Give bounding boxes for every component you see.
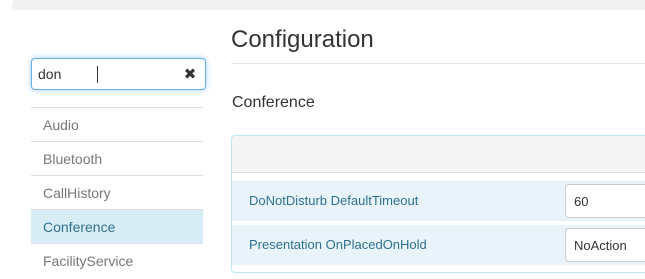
text-caret [97,66,98,83]
setting-row-donotdisturb: DoNotDisturb DefaultTimeout [232,181,645,221]
search-box[interactable]: ✖ [31,58,206,90]
search-input[interactable] [38,64,178,84]
sidebar-item-conference[interactable]: Conference [31,209,203,243]
settings-panel: DoNotDisturb DefaultTimeout Presentation… [231,135,645,273]
sidebar-item-audio[interactable]: Audio [31,107,203,141]
close-icon[interactable]: ✖ [183,66,197,82]
setting-value-select[interactable] [565,228,645,262]
panel-heading [232,136,645,173]
sidebar-item-bluetooth[interactable]: Bluetooth [31,141,203,175]
sidebar-list: Audio Bluetooth CallHistory Conference F… [31,107,203,277]
setting-value-input[interactable] [565,184,645,218]
setting-row-presentation: Presentation OnPlacedOnHold [232,225,645,265]
sidebar-item-facilityservice[interactable]: FacilityService [31,243,203,277]
sidebar-item-callhistory[interactable]: CallHistory [31,175,203,209]
setting-label: DoNotDisturb DefaultTimeout [249,193,419,208]
section-title: Conference [232,94,315,111]
setting-label: Presentation OnPlacedOnHold [249,237,427,252]
title-divider [231,63,645,64]
page-title: Configuration [231,26,374,53]
